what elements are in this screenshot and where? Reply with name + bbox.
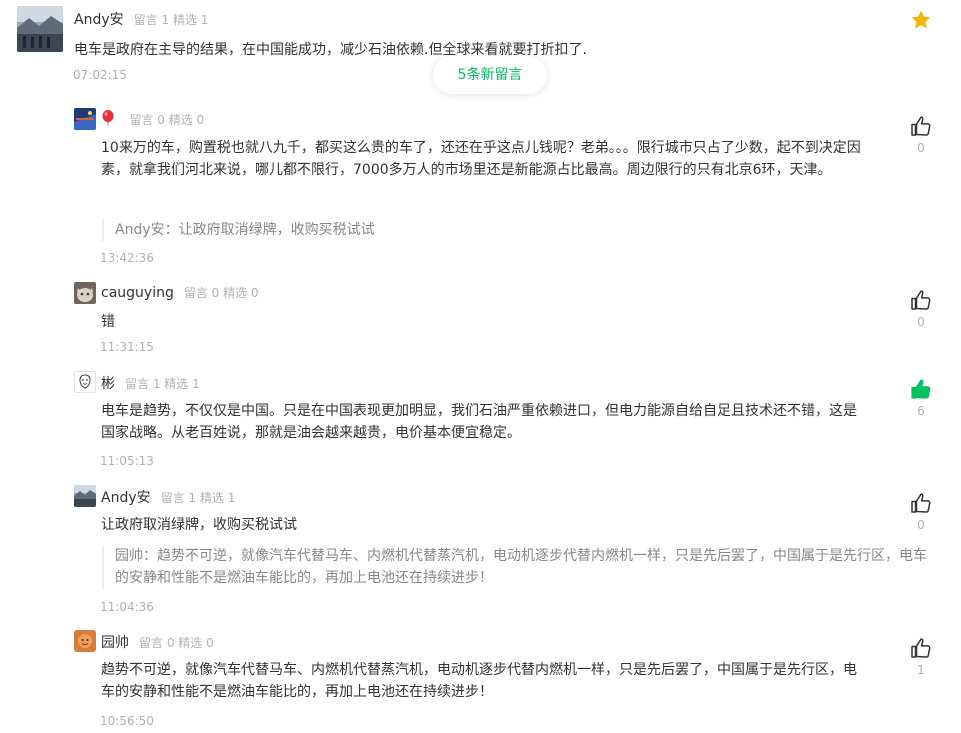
avatar-image-icon: [74, 108, 96, 130]
author-name[interactable]: Andy安: [74, 12, 124, 28]
author-stats: 留言 1 精选 1: [133, 13, 209, 27]
new-messages-button[interactable]: 5条新留言: [433, 56, 547, 94]
author-name[interactable]: Andy安: [101, 490, 151, 506]
comment-time: 07:02:15: [73, 68, 127, 82]
comment-header: Andy安 留言 1 精选 1: [74, 9, 208, 29]
comment-header: cauguying 留言 0 精选 0: [101, 284, 259, 301]
avatar[interactable]: [74, 630, 96, 652]
avatar[interactable]: [74, 108, 96, 130]
author-name[interactable]: 彬: [101, 376, 115, 392]
like-count: 6: [917, 404, 925, 418]
comment-header: 彬留言 1 精选 1: [101, 373, 200, 393]
thumbs-up-icon: [911, 638, 931, 658]
quoted-comment: Andy安：让政府取消绿牌，收购买税试试: [102, 219, 375, 241]
star-icon[interactable]: [910, 9, 932, 31]
avatar[interactable]: [74, 282, 96, 304]
author-name[interactable]: 园帅: [101, 635, 129, 651]
like-button[interactable]: 6: [908, 377, 934, 418]
comment-header: Andy安 留言 1 精选 1: [101, 487, 235, 507]
avatar[interactable]: [74, 371, 96, 393]
avatar-image-icon: [17, 6, 63, 52]
avatar[interactable]: [17, 6, 63, 52]
avatar-image-icon: [74, 282, 96, 304]
thumbs-up-filled-icon: [911, 379, 931, 399]
author-stats: 留言 0 精选 0: [183, 286, 259, 300]
author-stats: 留言 1 精选 1: [125, 377, 200, 391]
comment-text: 10来万的车，购置税也就八九千，都买这么贵的车了，还还在乎这点儿钱呢？老弟。。。…: [101, 140, 861, 178]
comment-text: 错: [101, 314, 115, 330]
avatar-image-icon: [74, 485, 96, 507]
comment-header: 园帅 留言 0 精选 0: [101, 632, 214, 652]
comment-text: 电车是趋势，不仅仅是中国。只是在中国表现更加明显，我们石油严重依赖进口，但电力能…: [101, 403, 857, 441]
like-button[interactable]: 0: [908, 491, 934, 532]
comment-time: 10:56:50: [100, 714, 154, 728]
author-stats: 留言 0 精选 0: [129, 113, 205, 127]
comment-time: 11:04:36: [100, 600, 154, 614]
avatar-image-icon: [74, 630, 96, 652]
balloon-icon[interactable]: [101, 110, 119, 128]
like-count: 0: [917, 315, 925, 329]
like-button[interactable]: 1: [908, 636, 934, 677]
comment-time: 11:05:13: [100, 454, 154, 468]
comment-header: 留言 0 精选 0: [101, 110, 204, 128]
thumbs-up-icon: [911, 116, 931, 136]
quoted-comment: 园帅：趋势不可逆，就像汽车代替马车、内燃机代替蒸汽机，电动机逐步代替内燃机一样，…: [102, 545, 931, 589]
like-button[interactable]: 0: [908, 114, 934, 155]
thumbs-up-icon: [911, 493, 931, 513]
comment-time: 13:42:36: [100, 251, 154, 265]
comment-text: 让政府取消绿牌，收购买税试试: [101, 517, 297, 533]
avatar[interactable]: [74, 485, 96, 507]
like-count: 1: [917, 663, 925, 677]
author-stats: 留言 0 精选 0: [139, 636, 214, 650]
like-button[interactable]: 0: [908, 288, 934, 329]
comment-text: 趋势不可逆，就像汽车代替马车、内燃机代替蒸汽机，电动机逐步代替内燃机一样，只是先…: [101, 662, 857, 700]
author-name[interactable]: cauguying: [101, 285, 174, 301]
thumbs-up-icon: [911, 290, 931, 310]
comment-time: 11:31:15: [100, 340, 154, 354]
like-count: 0: [917, 141, 925, 155]
author-stats: 留言 1 精选 1: [160, 491, 236, 505]
like-count: 0: [917, 518, 925, 532]
avatar-image-icon: [75, 372, 95, 392]
